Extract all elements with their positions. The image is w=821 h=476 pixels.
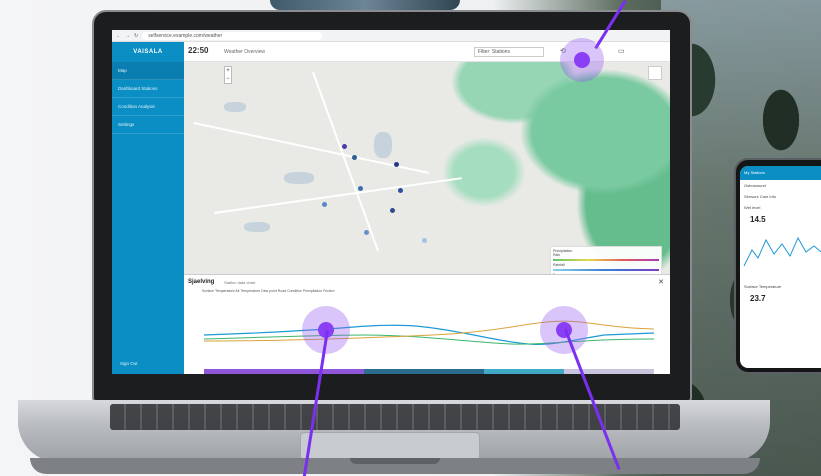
phone-metric-label: Wet level (744, 205, 761, 210)
reload-icon[interactable]: ↻ (134, 33, 138, 39)
sign-out-link[interactable]: Sign Out (120, 361, 138, 366)
back-icon[interactable]: ← (116, 33, 121, 39)
map-lake (244, 222, 270, 232)
sidebar-item-map[interactable]: Map (112, 62, 184, 80)
legend-row: Rain (553, 253, 561, 257)
sidebar-item-analysis[interactable]: Condition Analysis (112, 98, 184, 116)
map-road (312, 72, 379, 252)
station-marker[interactable] (358, 186, 363, 191)
station-marker[interactable] (398, 188, 403, 193)
phone-metric-value: 23.7 (750, 294, 766, 303)
layers-icon[interactable] (648, 66, 662, 80)
legend-scale-rainfall (553, 269, 659, 271)
water-background (270, 0, 460, 10)
condition-bar-segment (564, 369, 654, 374)
sidebar-item-settings[interactable]: Settings (112, 116, 184, 134)
chart-legend: Surface Temperature Air Temperature Dew … (202, 289, 335, 293)
chart-title: Sjaelving (188, 279, 215, 285)
condition-bar-segment (364, 369, 484, 374)
map-road (214, 177, 462, 214)
forward-icon[interactable]: → (125, 33, 130, 39)
phone-header: My Stations (740, 166, 821, 180)
sidebar: Map Dashboard Stations Condition Analysi… (112, 62, 184, 374)
station-marker[interactable] (342, 144, 347, 149)
phone-sparkline (743, 236, 821, 267)
station-marker[interactable] (390, 208, 395, 213)
map-lake (284, 172, 314, 184)
url-bar[interactable]: selfservice.example.com/weather (142, 31, 323, 40)
phone-tabs[interactable]: Sensors Cam Info (740, 191, 821, 202)
condition-bar-segment (484, 369, 564, 374)
radar-overlay (444, 62, 670, 274)
page-subtitle: Weather Overview (224, 49, 266, 55)
map-view[interactable] (184, 62, 670, 274)
phone-metric-label: Surface Temperature (744, 284, 782, 289)
legend-scale-rain (553, 259, 659, 261)
station-chart (203, 320, 655, 374)
station-chart-panel: Sjaelving Station data chart ✕ Surface T… (184, 274, 670, 374)
map-lake (374, 132, 392, 158)
station-marker[interactable] (352, 155, 357, 160)
calendar-icon[interactable]: ▭ (618, 47, 625, 55)
laptop-notch (350, 458, 440, 464)
sidebar-item-dashboard[interactable]: Dashboard Stations (112, 80, 184, 98)
station-marker[interactable] (364, 230, 369, 235)
callout-dot (574, 52, 590, 68)
phone-station-name[interactable]: Ostmarsund (740, 180, 821, 191)
clock-time: 22:50 (188, 46, 209, 55)
phone-screen: My Stations Ostmarsund Sensors Cam Info … (740, 166, 821, 368)
station-filter-select[interactable]: Filter: Stations (474, 47, 544, 57)
station-marker[interactable] (422, 238, 427, 243)
condition-bar-segment (204, 369, 364, 374)
close-icon[interactable]: ✕ (658, 278, 664, 286)
legend-row: Rainfall (553, 263, 565, 267)
map-lake (224, 102, 246, 112)
zoom-control[interactable]: + − (224, 66, 232, 84)
station-marker[interactable] (322, 202, 327, 207)
chart-subtitle: Station data chart (224, 280, 256, 285)
trackpad (300, 432, 480, 460)
brand-logo[interactable]: VAISALA (112, 42, 184, 62)
phone-metric-value: 14.5 (750, 215, 766, 224)
station-marker[interactable] (394, 162, 399, 167)
